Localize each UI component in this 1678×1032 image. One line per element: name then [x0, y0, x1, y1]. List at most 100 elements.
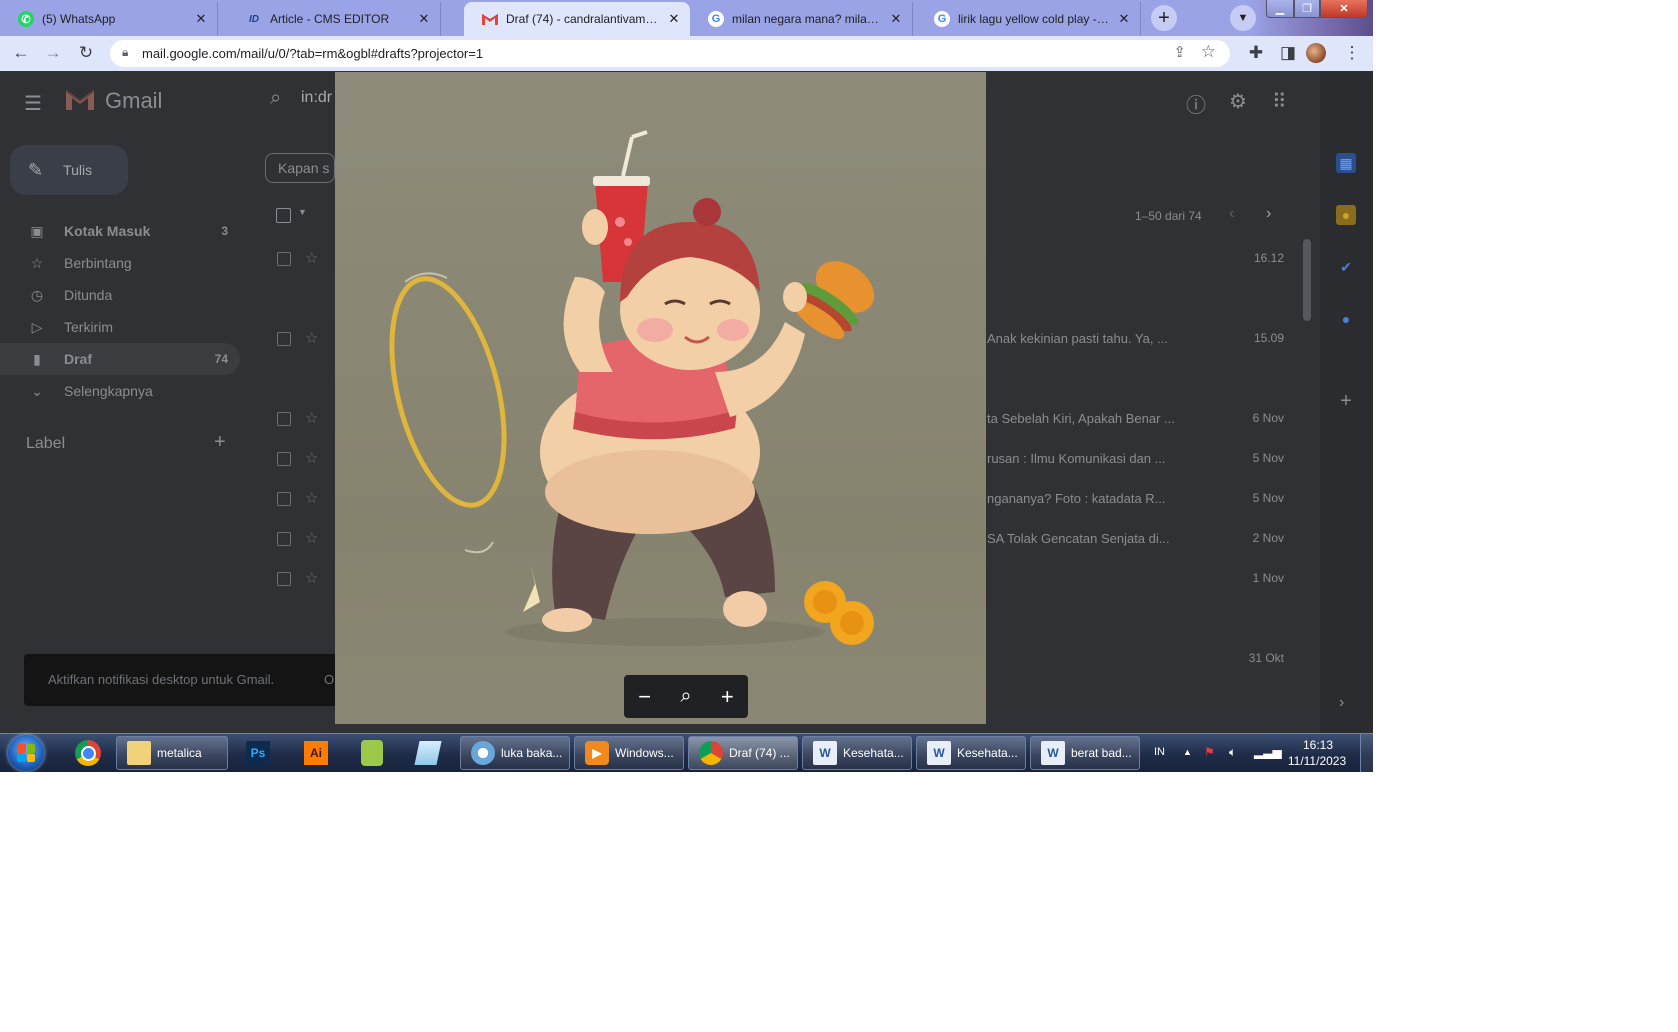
add-label-button[interactable]: + [214, 431, 226, 454]
taskbar-item-paint[interactable]: luka baka... [460, 736, 570, 770]
url-text[interactable]: mail.google.com/mail/u/0/?tab=rm&ogbl#dr… [142, 46, 483, 61]
forward-button[interactable]: → [40, 40, 66, 66]
sidebar-item-inbox[interactable]: ▣ Kotak Masuk 3 [0, 215, 240, 247]
side-panel-button[interactable]: ◨ [1275, 40, 1301, 66]
star-icon[interactable]: ☆ [305, 329, 318, 347]
taskbar-item-word-1[interactable]: W Kesehata... [802, 736, 912, 770]
row-checkbox[interactable] [277, 332, 291, 346]
signal-icon[interactable]: ▂▃▅ [1254, 745, 1282, 759]
add-addon-icon[interactable]: + [1336, 390, 1356, 412]
close-icon[interactable]: ✕ [1116, 11, 1132, 27]
taskbar-item-folder[interactable]: metalica [116, 736, 228, 770]
notification-text: Aktifkan notifikasi desktop untuk Gmail. [48, 672, 275, 687]
extensions-button[interactable]: ✚ [1243, 40, 1269, 66]
sidebar-item-snoozed[interactable]: ◷ Ditunda [0, 279, 240, 311]
reload-button[interactable]: ↻ [73, 40, 99, 66]
star-icon[interactable]: ☆ [305, 569, 318, 587]
chrome-menu-button[interactable]: ⋮ [1339, 40, 1365, 66]
scrollbar[interactable] [1303, 239, 1311, 321]
tab-label: milan negara mana? milan - Penelusuran G… [732, 12, 884, 26]
show-desktop-button[interactable] [1360, 734, 1373, 772]
close-icon[interactable]: ✕ [193, 11, 209, 27]
hamburger-menu-icon[interactable]: ☰ [24, 91, 42, 116]
close-icon[interactable]: ✕ [666, 11, 682, 27]
bookmark-star-icon[interactable]: ☆ [1201, 42, 1216, 62]
contacts-icon[interactable]: ● [1336, 309, 1356, 329]
gear-icon[interactable]: ⚙ [1229, 89, 1247, 114]
address-bar[interactable]: 🔒︎ mail.google.com/mail/u/0/?tab=rm&ogbl… [110, 40, 1230, 67]
taskbar-pin-photoshop[interactable]: Ps [232, 736, 284, 770]
sidebar-item-label: Berbintang [64, 255, 132, 271]
taskbar-pin-corel[interactable] [346, 736, 398, 770]
back-button[interactable]: ← [8, 40, 34, 66]
corel-icon [361, 740, 383, 766]
unread-count: 3 [221, 224, 228, 238]
clock-time[interactable]: 16:13 [1288, 738, 1348, 752]
row-checkbox[interactable] [277, 572, 291, 586]
notification-action[interactable]: O [324, 672, 334, 687]
taskbar-item-media-player[interactable]: ▶ Windows... [574, 736, 684, 770]
share-icon[interactable]: ⇪ [1173, 43, 1186, 61]
minimize-button[interactable]: ▁ [1266, 0, 1294, 18]
taskbar-pin-chrome[interactable] [62, 736, 114, 770]
tray-expand-icon[interactable]: ▲ [1183, 747, 1192, 757]
language-indicator[interactable]: IN [1154, 746, 1165, 758]
taskbar-item-label: Kesehata... [957, 746, 1018, 760]
tab-cms-editor[interactable]: ID Article - CMS EDITOR ✕ [228, 2, 441, 36]
sidebar-item-drafts[interactable]: ▮ Draf 74 [0, 343, 240, 375]
sidebar-item-starred[interactable]: ☆ Berbintang [0, 247, 240, 279]
close-window-button[interactable]: ✕ [1320, 0, 1368, 18]
close-icon[interactable]: ✕ [888, 11, 904, 27]
row-checkbox[interactable] [277, 532, 291, 546]
search-input[interactable]: in:dr [301, 89, 332, 107]
taskbar-item-word-2[interactable]: W Kesehata... [916, 736, 1026, 770]
star-icon[interactable]: ☆ [305, 489, 318, 507]
tab-search-button[interactable]: ▼ [1230, 5, 1256, 31]
zoom-in-button[interactable]: + [709, 684, 745, 710]
row-checkbox[interactable] [277, 252, 291, 266]
compose-button[interactable]: ✎ Tulis [10, 145, 128, 195]
apps-grid-icon[interactable]: ⠿ [1272, 89, 1287, 114]
taskbar-item-word-3[interactable]: W berat bad... [1030, 736, 1140, 770]
chevron-right-icon[interactable]: › [1339, 694, 1344, 712]
row-checkbox[interactable] [277, 412, 291, 426]
row-checkbox[interactable] [277, 452, 291, 466]
row-checkbox[interactable] [277, 492, 291, 506]
filter-chip[interactable]: Kapan s [265, 153, 335, 183]
select-all-checkbox[interactable] [276, 208, 291, 223]
magnifier-icon[interactable]: ⌕ [668, 685, 704, 708]
gmail-wordmark: Gmail [105, 88, 163, 113]
taskbar-pin-illustrator[interactable]: Ai [290, 736, 342, 770]
start-button[interactable] [8, 735, 44, 771]
clock-date[interactable]: 11/11/2023 [1282, 754, 1352, 768]
tab-google-milan[interactable]: G milan negara mana? milan - Penelusuran… [690, 2, 913, 36]
kebab-menu-icon: ⋮ [1343, 43, 1361, 62]
keep-icon[interactable]: ● [1336, 205, 1356, 225]
star-icon[interactable]: ☆ [305, 449, 318, 467]
caret-down-icon[interactable]: ▼ [298, 207, 307, 217]
sidebar-item-sent[interactable]: ▷ Terkirim [0, 311, 240, 343]
new-tab-button[interactable]: + [1151, 5, 1177, 31]
chevron-right-icon[interactable]: › [1266, 205, 1271, 223]
calendar-icon[interactable]: ▦ [1336, 153, 1356, 173]
help-icon[interactable]: ⓘ [1186, 89, 1206, 118]
star-icon[interactable]: ☆ [305, 409, 318, 427]
maximize-button[interactable]: ❐ [1294, 0, 1320, 18]
tasks-icon[interactable]: ✔ [1336, 257, 1356, 277]
whatsapp-icon: ✆ [18, 11, 34, 27]
tab-google-yellow[interactable]: G lirik lagu yellow cold play - Penelusu… [916, 2, 1141, 36]
search-icon[interactable]: ⌕ [270, 87, 281, 110]
taskbar-item-chrome[interactable]: Draf (74) ... [688, 736, 798, 770]
zoom-out-button[interactable]: − [627, 684, 663, 710]
sidebar-item-more[interactable]: ⌄ Selengkapnya [0, 375, 240, 407]
chevron-left-icon[interactable]: ‹ [1229, 205, 1234, 223]
profile-avatar[interactable] [1306, 43, 1326, 63]
volume-icon[interactable]: 🔈︎ [1229, 745, 1236, 760]
close-icon[interactable]: ✕ [416, 11, 432, 27]
taskbar-pin-notepad[interactable] [402, 736, 454, 770]
tab-gmail-drafts[interactable]: Draf (74) - candralantivameitika ✕ [464, 2, 690, 36]
tab-whatsapp[interactable]: ✆ (5) WhatsApp ✕ [0, 2, 218, 36]
star-icon[interactable]: ☆ [305, 529, 318, 547]
network-alert-icon[interactable]: ⚑ [1204, 745, 1215, 759]
star-icon[interactable]: ☆ [305, 249, 318, 267]
